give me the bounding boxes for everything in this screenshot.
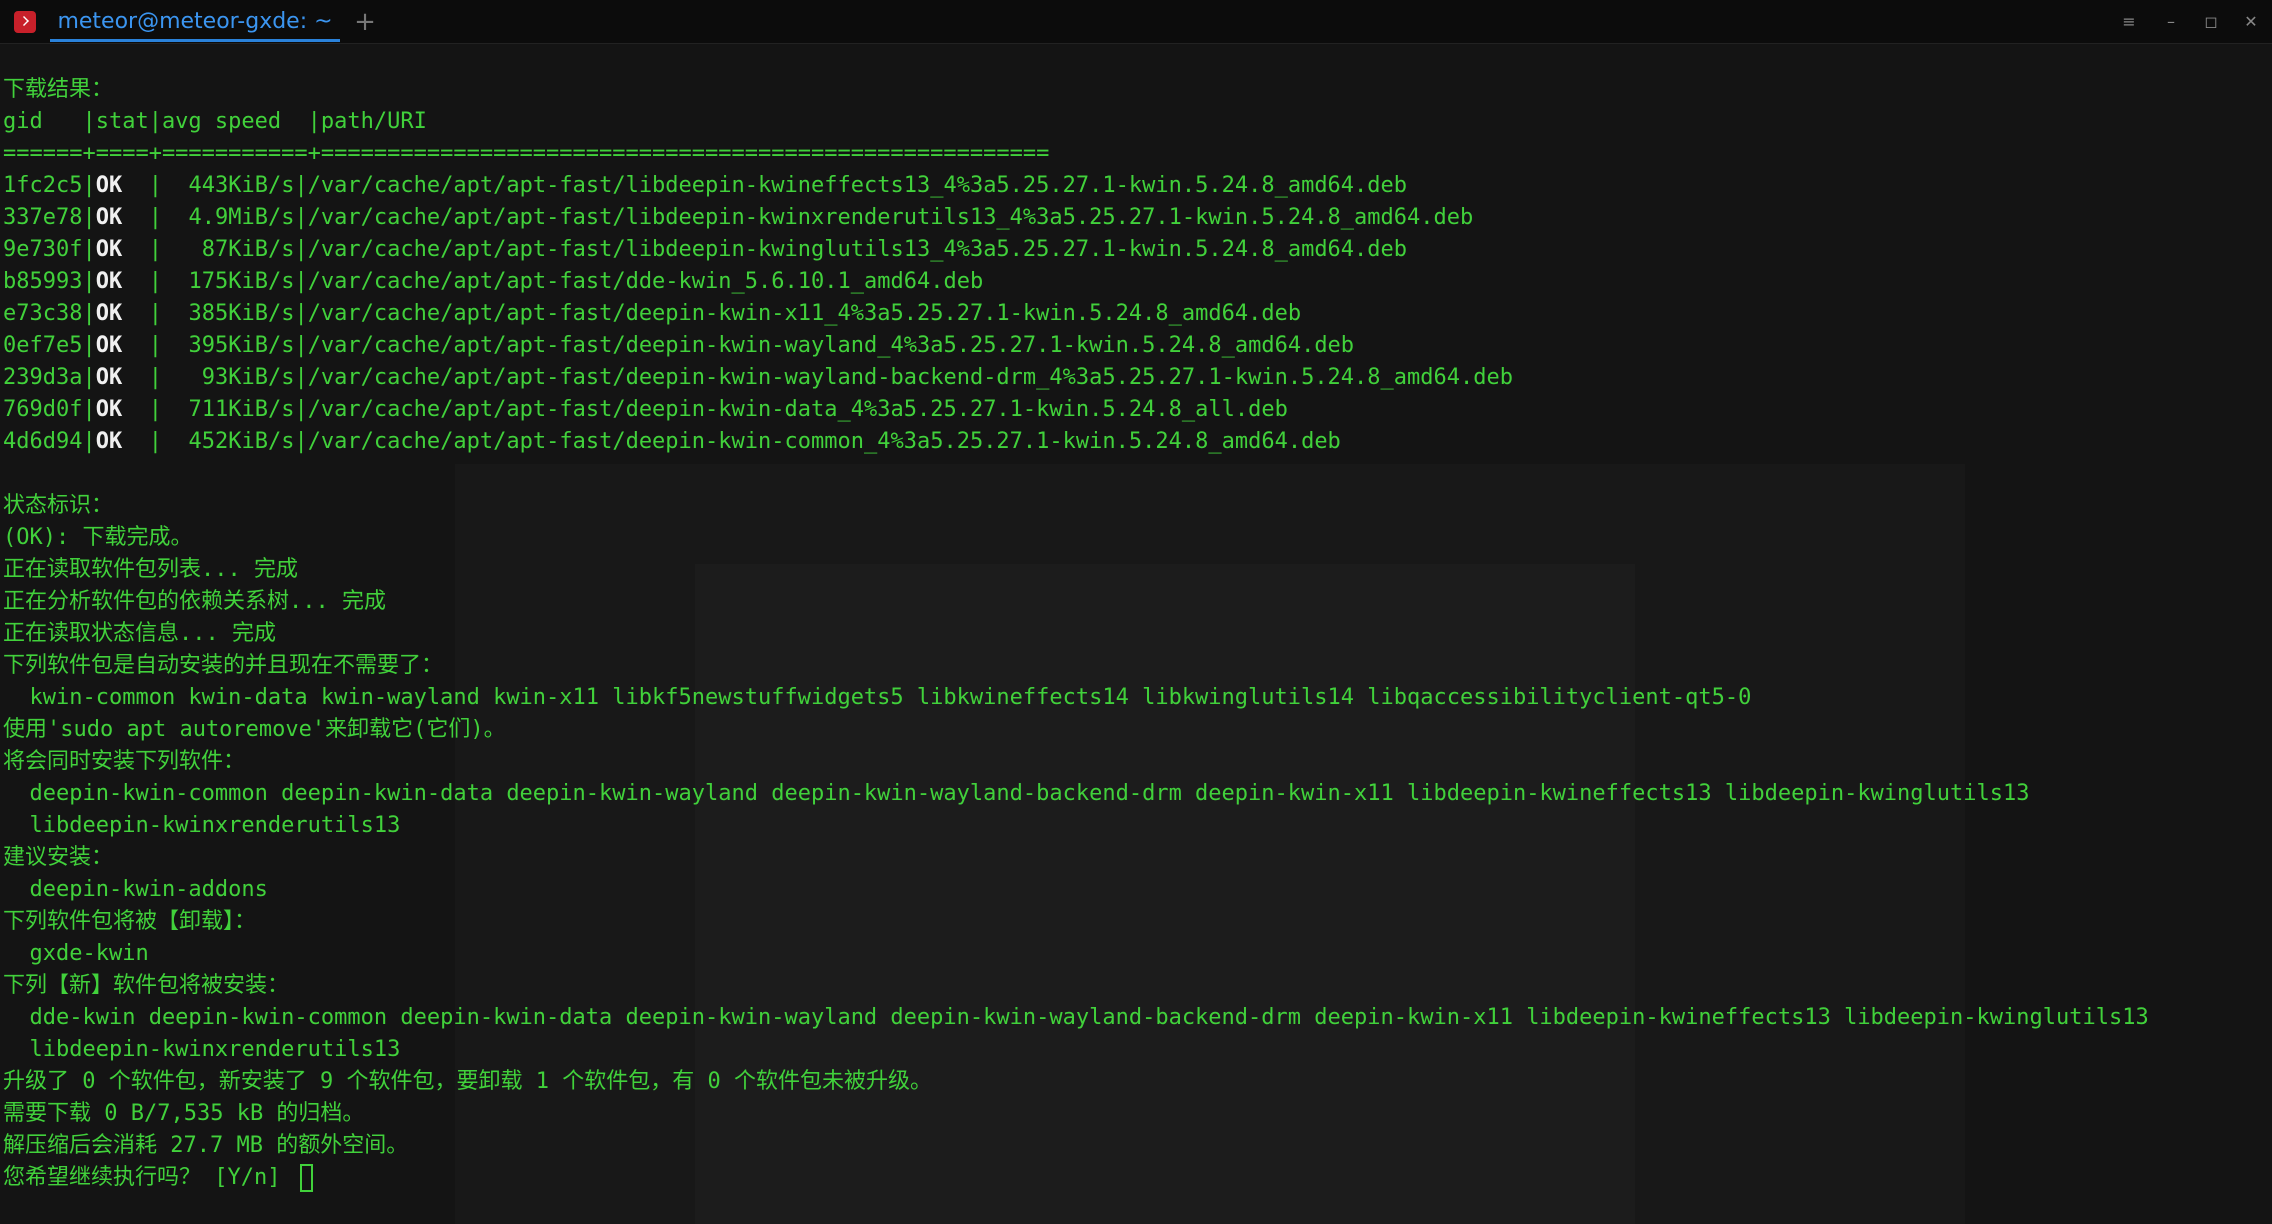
download-gid: 239d3a bbox=[3, 365, 83, 390]
new-list-1: dde-kwin deepin-kwin-common deepin-kwin-… bbox=[3, 1005, 2149, 1030]
tab-meteor-home[interactable]: meteor@meteor-gxde: ~ bbox=[50, 0, 340, 42]
download-path: /var/cache/apt/apt-fast/deepin-kwin-comm… bbox=[307, 429, 1341, 454]
text-cursor bbox=[299, 1164, 313, 1192]
download-speed: 452KiB/s bbox=[161, 429, 295, 454]
download-gid: 4d6d94 bbox=[3, 429, 83, 454]
autoremove-hint: 使用'sudo apt autoremove'来卸载它(它们)。 bbox=[3, 717, 506, 742]
download-path: /var/cache/apt/apt-fast/deepin-kwin-wayl… bbox=[307, 365, 1513, 390]
download-path: /var/cache/apt/apt-fast/deepin-kwin-wayl… bbox=[307, 333, 1355, 358]
download-row: 4d6d94|OK | 452KiB/s|/var/cache/apt/apt-… bbox=[3, 429, 1341, 454]
download-speed: 711KiB/s bbox=[161, 397, 295, 422]
download-gid: e73c38 bbox=[3, 301, 83, 326]
extra-list-1: deepin-kwin-common deepin-kwin-data deep… bbox=[3, 781, 2030, 806]
download-speed: 443KiB/s bbox=[161, 173, 295, 198]
suggested-header: 建议安装： bbox=[3, 845, 114, 870]
download-header: 下载结果： bbox=[3, 77, 114, 102]
download-gid: 9e730f bbox=[3, 237, 83, 262]
new-list-2: libdeepin-kwinxrenderutils13 bbox=[3, 1037, 401, 1062]
download-table: 1fc2c5|OK | 443KiB/s|/var/cache/apt/apt-… bbox=[3, 170, 2268, 458]
download-row: e73c38|OK | 385KiB/s|/var/cache/apt/apt-… bbox=[3, 301, 1302, 326]
status-header: 状态标识： bbox=[3, 493, 114, 518]
terminal-window: meteor@meteor-gxde: ~ + ≡ – ◻ ✕ 下载结果： gi… bbox=[0, 0, 2272, 1224]
download-row: 0ef7e5|OK | 395KiB/s|/var/cache/apt/apt-… bbox=[3, 333, 1355, 358]
download-status: OK bbox=[95, 301, 123, 326]
download-path: /var/cache/apt/apt-fast/libdeepin-kwinef… bbox=[307, 173, 1408, 198]
remove-header: 下列软件包将被【卸载】： bbox=[3, 909, 257, 934]
analyzing-deps: 正在分析软件包的依赖关系树... 完成 bbox=[3, 589, 386, 614]
auto-installed-list: kwin-common kwin-data kwin-wayland kwin-… bbox=[3, 685, 1752, 710]
download-gid: 1fc2c5 bbox=[3, 173, 83, 198]
download-status: OK bbox=[95, 365, 123, 390]
download-row: 769d0f|OK | 711KiB/s|/var/cache/apt/apt-… bbox=[3, 397, 1288, 422]
download-speed: 175KiB/s bbox=[161, 269, 295, 294]
download-row: 337e78|OK | 4.9MiB/s|/var/cache/apt/apt-… bbox=[3, 205, 1474, 230]
extra-list-2: libdeepin-kwinxrenderutils13 bbox=[3, 813, 401, 838]
status-ok: (OK): 下载完成。 bbox=[3, 525, 193, 550]
new-header: 下列【新】软件包将被安装： bbox=[3, 973, 290, 998]
download-status: OK bbox=[95, 237, 123, 262]
download-row: 1fc2c5|OK | 443KiB/s|/var/cache/apt/apt-… bbox=[3, 173, 1408, 198]
suggested-list: deepin-kwin-addons bbox=[3, 877, 268, 902]
remove-list: gxde-kwin bbox=[3, 941, 149, 966]
new-tab-button[interactable]: + bbox=[350, 0, 380, 44]
minimize-icon[interactable]: – bbox=[2154, 0, 2188, 44]
download-path: /var/cache/apt/apt-fast/dde-kwin_5.6.10.… bbox=[307, 269, 984, 294]
download-status: OK bbox=[95, 333, 123, 358]
download-row: b85993|OK | 175KiB/s|/var/cache/apt/apt-… bbox=[3, 269, 984, 294]
title-bar: meteor@meteor-gxde: ~ + ≡ – ◻ ✕ bbox=[0, 0, 2272, 44]
reading-state: 正在读取状态信息... 完成 bbox=[3, 621, 276, 646]
download-size: 需要下载 0 B/7,535 kB 的归档。 bbox=[3, 1101, 365, 1126]
download-status: OK bbox=[95, 269, 123, 294]
download-speed: 395KiB/s bbox=[161, 333, 295, 358]
close-icon[interactable]: ✕ bbox=[2234, 0, 2268, 44]
download-path: /var/cache/apt/apt-fast/deepin-kwin-x11_… bbox=[307, 301, 1302, 326]
download-speed: 93KiB/s bbox=[161, 365, 295, 390]
download-status: OK bbox=[95, 173, 123, 198]
reading-list: 正在读取软件包列表... 完成 bbox=[3, 557, 298, 582]
download-speed: 385KiB/s bbox=[161, 301, 295, 326]
prompt-line[interactable]: 您希望继续执行吗？ [Y/n] bbox=[3, 1162, 2268, 1194]
maximize-icon[interactable]: ◻ bbox=[2194, 0, 2228, 44]
download-gid: b85993 bbox=[3, 269, 83, 294]
download-path: /var/cache/apt/apt-fast/libdeepin-kwingl… bbox=[307, 237, 1408, 262]
download-status: OK bbox=[95, 397, 123, 422]
terminal-app-icon bbox=[14, 11, 36, 33]
download-path: /var/cache/apt/apt-fast/deepin-kwin-data… bbox=[307, 397, 1288, 422]
download-status: OK bbox=[95, 429, 123, 454]
download-row: 239d3a|OK | 93KiB/s|/var/cache/apt/apt-f… bbox=[3, 365, 1513, 390]
download-gid: 769d0f bbox=[3, 397, 83, 422]
disk-space: 解压缩后会消耗 27.7 MB 的额外空间。 bbox=[3, 1133, 409, 1158]
terminal-lines: 下载结果： gid |stat|avg speed |path/URI ====… bbox=[3, 74, 2268, 1194]
download-path: /var/cache/apt/apt-fast/libdeepin-kwinxr… bbox=[307, 205, 1474, 230]
extra-header: 将会同时安装下列软件： bbox=[3, 749, 246, 774]
download-row: 9e730f|OK | 87KiB/s|/var/cache/apt/apt-f… bbox=[3, 237, 1408, 262]
menu-icon[interactable]: ≡ bbox=[2112, 0, 2146, 44]
auto-installed-header: 下列软件包是自动安装的并且现在不需要了： bbox=[3, 653, 444, 678]
upgrade-summary: 升级了 0 个软件包，新安装了 9 个软件包，要卸载 1 个软件包，有 0 个软… bbox=[3, 1069, 932, 1094]
download-gid: 0ef7e5 bbox=[3, 333, 83, 358]
download-speed: 87KiB/s bbox=[161, 237, 295, 262]
table-header: gid |stat|avg speed |path/URI bbox=[3, 109, 427, 134]
download-gid: 337e78 bbox=[3, 205, 83, 230]
table-separator: ======+====+===========+================… bbox=[3, 141, 1050, 166]
download-status: OK bbox=[95, 205, 123, 230]
prompt-text: 您希望继续执行吗？ [Y/n] bbox=[3, 1165, 294, 1190]
download-speed: 4.9MiB/s bbox=[161, 205, 295, 230]
terminal-output[interactable]: 下载结果： gid |stat|avg speed |path/URI ====… bbox=[0, 44, 2272, 1224]
